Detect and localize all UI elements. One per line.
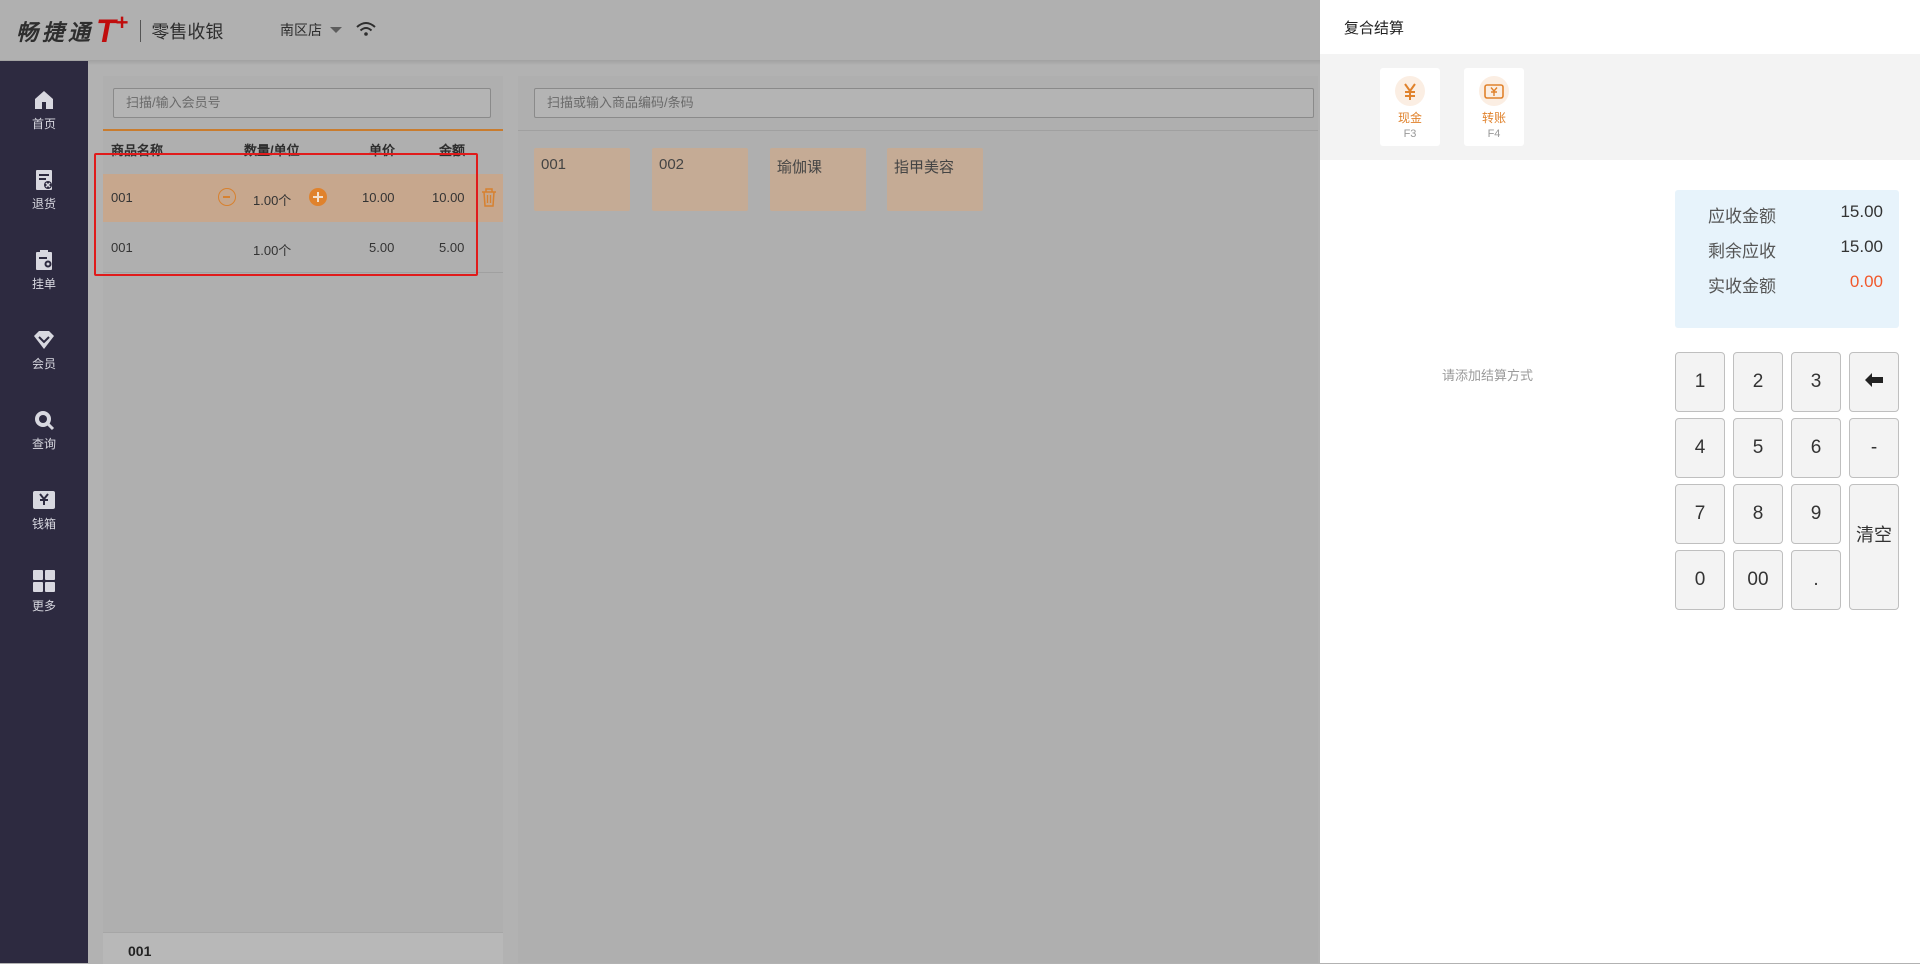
brand-logo: 畅捷通 T + 零售收银 <box>16 10 224 49</box>
store-selector[interactable]: 南区店 <box>280 20 342 40</box>
key-9[interactable]: 9 <box>1791 484 1841 544</box>
brand-name: 畅捷通 <box>16 20 95 45</box>
transfer-icon <box>1479 76 1509 106</box>
chevron-down-icon <box>330 27 342 33</box>
cart-divider <box>103 129 503 131</box>
sidebar-item-return[interactable]: 退货 <box>0 169 88 239</box>
key-4[interactable]: 4 <box>1675 418 1725 478</box>
key-00[interactable]: 00 <box>1733 550 1783 610</box>
cash-box-icon <box>33 491 55 509</box>
product-tile[interactable]: 瑜伽课 <box>770 148 866 211</box>
payment-label: 现金 <box>1397 111 1422 125</box>
yuan-icon <box>1395 76 1425 106</box>
panel-title: 复合结算 <box>1344 20 1405 37</box>
brand-t: T <box>96 13 116 49</box>
clear-button[interactable]: 清空 <box>1849 484 1899 610</box>
shortcut-key: F3 <box>1403 128 1417 140</box>
sidebar-item-label: 钱箱 <box>31 517 56 531</box>
sidebar-item-label: 更多 <box>31 599 56 613</box>
sidebar-item-label: 挂单 <box>31 277 56 291</box>
payment-methods: 现金 F3 转账 F4 <box>1320 54 1920 160</box>
sidebar-item-label: 查询 <box>31 437 56 451</box>
return-icon <box>36 170 52 190</box>
cash-payment-button[interactable]: 现金 F3 <box>1380 68 1440 146</box>
sidebar-item-label: 首页 <box>31 117 56 131</box>
key-1[interactable]: 1 <box>1675 352 1725 412</box>
key-7[interactable]: 7 <box>1675 484 1725 544</box>
received-value: 0.00 <box>1849 272 1883 291</box>
brand-plus: + <box>115 10 129 35</box>
due-row: 应收金额 15.00 <box>1675 202 1899 232</box>
transfer-payment-button[interactable]: 转账 F4 <box>1464 68 1524 146</box>
product-tile[interactable]: 指甲美容 <box>887 148 983 211</box>
due-value: 15.00 <box>1840 202 1883 221</box>
cart-footer: 001 <box>103 932 503 964</box>
sidebar-item-member[interactable]: 会员 <box>0 329 88 399</box>
remaining-label: 剩余应收 <box>1708 242 1776 261</box>
trash-icon[interactable] <box>479 186 499 208</box>
key-0[interactable]: 0 <box>1675 550 1725 610</box>
payment-label: 转账 <box>1481 111 1506 125</box>
product-panel: 扫描或输入商品编码/条码 001 002 瑜伽课 指甲美容 <box>518 76 1318 963</box>
received-label: 实收金额 <box>1708 277 1776 296</box>
home-icon <box>35 91 53 109</box>
key-dot[interactable]: . <box>1791 550 1841 610</box>
settlement-panel: 复合结算 现金 F3 转账 F4 请添加结算方式 应收金额 15.00 剩余应收… <box>1320 0 1920 963</box>
key-2[interactable]: 2 <box>1733 352 1783 412</box>
sidebar-item-cashbox[interactable]: 钱箱 <box>0 489 88 559</box>
more-grid-icon <box>33 570 55 592</box>
empty-hint: 请添加结算方式 <box>1442 368 1534 383</box>
search-icon <box>35 411 55 431</box>
product-tile[interactable]: 002 <box>652 148 748 211</box>
key-8[interactable]: 8 <box>1733 484 1783 544</box>
selection-highlight <box>94 153 478 276</box>
sidebar-item-label: 会员 <box>31 357 56 371</box>
member-icon <box>34 331 54 349</box>
remaining-value: 15.00 <box>1840 237 1883 256</box>
sidebar-item-more[interactable]: 更多 <box>0 569 88 639</box>
product-divider <box>518 130 1318 131</box>
backspace-button[interactable] <box>1849 352 1899 412</box>
wifi-icon <box>356 22 376 36</box>
key-5[interactable]: 5 <box>1733 418 1783 478</box>
sidebar-item-query[interactable]: 查询 <box>0 409 88 479</box>
product-tile[interactable]: 001 <box>534 148 630 211</box>
key-6[interactable]: 6 <box>1791 418 1841 478</box>
sidebar-item-label: 退货 <box>31 197 56 211</box>
store-name: 南区店 <box>280 22 322 38</box>
sidebar-item-hold[interactable]: 挂单 <box>0 249 88 319</box>
product-search-input[interactable]: 扫描或输入商品编码/条码 <box>534 88 1314 118</box>
received-row: 实收金额 0.00 <box>1675 272 1899 302</box>
summary-box: 应收金额 15.00 剩余应收 15.00 实收金额 0.00 <box>1675 190 1899 328</box>
key-3[interactable]: 3 <box>1791 352 1841 412</box>
sidebar: 首页 退货 挂单 会员 查询 钱箱 更多 <box>0 61 88 963</box>
due-label: 应收金额 <box>1708 207 1776 226</box>
logo-divider <box>140 20 142 42</box>
hold-order-icon <box>36 250 52 270</box>
footer-item-name: 001 <box>128 943 152 959</box>
key-minus[interactable]: - <box>1849 418 1899 478</box>
member-input[interactable]: 扫描/输入会员号 <box>113 88 491 118</box>
sidebar-item-home[interactable]: 首页 <box>0 89 88 159</box>
app-name: 零售收银 <box>151 22 224 42</box>
shortcut-key: F4 <box>1487 128 1501 140</box>
remaining-row: 剩余应收 15.00 <box>1675 237 1899 267</box>
backspace-icon <box>1865 373 1883 387</box>
